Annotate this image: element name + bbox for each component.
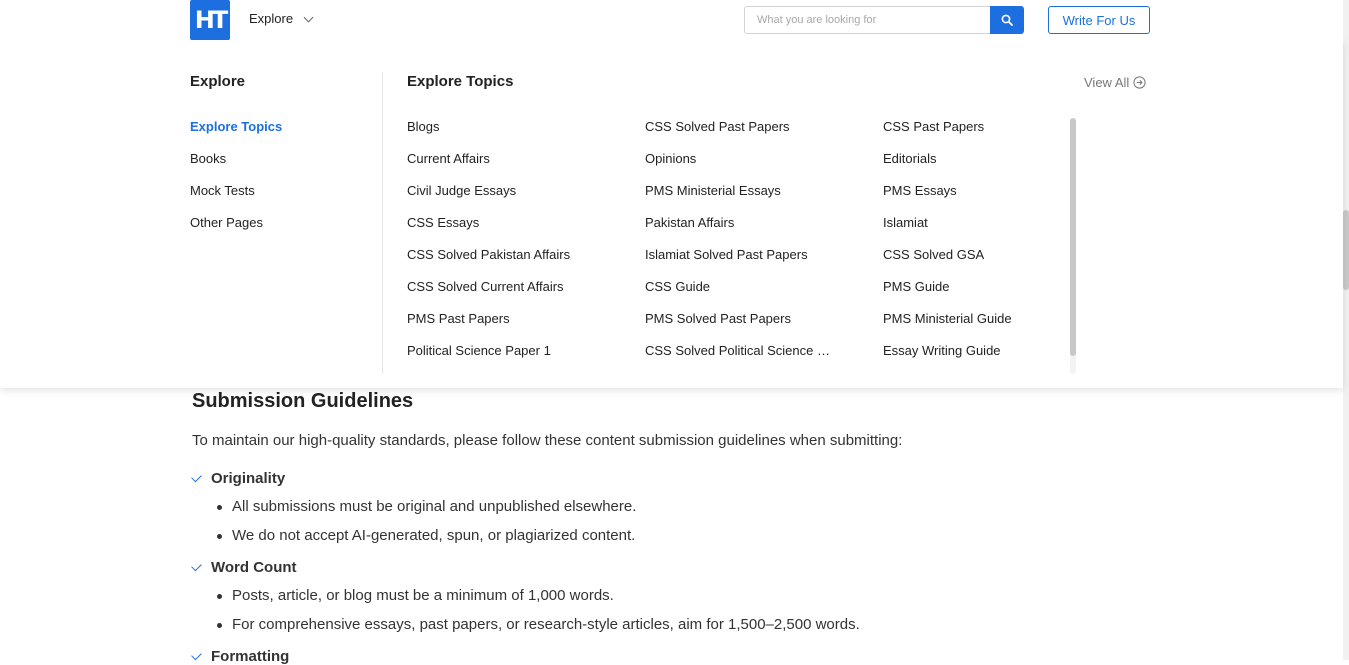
category-explore-topics[interactable]: Explore Topics	[190, 119, 282, 134]
guideline-heading: Originality	[191, 470, 286, 487]
explore-categories: Explore Explore Topics Books Mock Tests …	[190, 73, 370, 230]
topics-heading: Explore Topics	[407, 73, 514, 90]
page-scrollbar[interactable]	[1343, 0, 1349, 660]
topic-link[interactable]: CSS Past Papers	[883, 119, 984, 134]
search-button[interactable]	[990, 6, 1024, 34]
topic-link[interactable]: CSS Solved Current Affairs	[407, 279, 564, 294]
arrow-circle-right-icon	[1133, 76, 1146, 89]
explore-mega-menu: Explore Explore Topics Books Mock Tests …	[0, 40, 1343, 388]
chevron-down-icon	[303, 12, 314, 22]
guideline-heading-label: Formatting	[211, 648, 290, 665]
guideline-heading-label: Word Count	[211, 559, 297, 576]
topic-link[interactable]: PMS Ministerial Essays	[645, 183, 781, 198]
site-logo[interactable]: HT	[190, 0, 230, 40]
topic-link[interactable]: Pakistan Affairs	[645, 215, 734, 230]
topic-link[interactable]: PMS Past Papers	[407, 311, 510, 326]
check-icon	[191, 471, 202, 483]
topic-link[interactable]: Islamiat Solved Past Papers	[645, 247, 808, 262]
explore-label: Explore	[249, 11, 294, 26]
category-mock-tests[interactable]: Mock Tests	[190, 183, 255, 198]
view-all-label: View All	[1084, 75, 1130, 90]
guideline-heading: Word Count	[191, 559, 297, 576]
top-header: HT Explore Write For Us	[0, 0, 1343, 40]
page-section-title: Submission Guidelines	[192, 390, 414, 412]
topic-link[interactable]: Civil Judge Essays	[407, 183, 516, 198]
guideline-heading: Formatting	[191, 648, 290, 665]
check-icon	[191, 649, 202, 661]
search-bar	[744, 6, 1024, 34]
search-input[interactable]	[744, 6, 990, 34]
topic-link[interactable]: CSS Guide	[645, 279, 710, 294]
intro-text: To maintain our high-quality standards, …	[192, 432, 903, 449]
page-scrollbar-thumb[interactable]	[1343, 210, 1349, 290]
topic-link[interactable]: Essay Writing Guide	[883, 343, 1001, 358]
guideline-bullet: We do not accept AI-generated, spun, or …	[216, 527, 636, 544]
topic-link[interactable]: Current Affairs	[407, 151, 490, 166]
guideline-bullet: For comprehensive essays, past papers, o…	[217, 616, 860, 633]
topic-link[interactable]: PMS Guide	[883, 279, 949, 294]
view-all-link[interactable]: View All	[1084, 75, 1146, 90]
category-other-pages[interactable]: Other Pages	[190, 215, 263, 230]
guideline-bullet: Posts, article, or blog must be a minimu…	[217, 587, 614, 604]
topics-scrollbar-thumb[interactable]	[1070, 118, 1076, 356]
topic-link[interactable]: Islamiat	[883, 215, 928, 230]
write-for-us-button[interactable]: Write For Us	[1048, 6, 1150, 34]
topic-list: Blogs CSS Solved Past Papers CSS Past Pape…	[407, 119, 1067, 379]
guideline-bullet: All submissions must be original and unp…	[216, 498, 637, 515]
guideline-heading-label: Originality	[211, 470, 286, 487]
category-books[interactable]: Books	[190, 151, 226, 166]
topic-link[interactable]: PMS Essays	[883, 183, 957, 198]
topic-link[interactable]: Opinions	[645, 151, 696, 166]
explore-heading: Explore	[190, 73, 246, 90]
topic-link[interactable]: PMS Ministerial Guide	[883, 311, 1012, 326]
menu-divider	[382, 72, 383, 374]
topic-link[interactable]: CSS Solved Past Papers	[645, 119, 790, 134]
topic-link[interactable]: PMS Solved Past Papers	[645, 311, 791, 326]
check-icon	[191, 560, 202, 572]
topic-link[interactable]: CSS Essays	[407, 215, 479, 230]
search-icon	[1001, 14, 1013, 26]
topic-link[interactable]: CSS Solved Political Science Past Papers	[645, 343, 835, 358]
topic-link[interactable]: Political Science Paper 1	[407, 343, 551, 358]
topic-link[interactable]: Blogs	[407, 119, 440, 134]
topic-link[interactable]: CSS Solved GSA	[883, 247, 984, 262]
topic-link[interactable]: Editorials	[883, 151, 936, 166]
topic-link[interactable]: CSS Solved Pakistan Affairs	[407, 247, 570, 262]
topics-scrollbar[interactable]	[1070, 118, 1076, 374]
explore-dropdown[interactable]: Explore	[249, 11, 314, 26]
